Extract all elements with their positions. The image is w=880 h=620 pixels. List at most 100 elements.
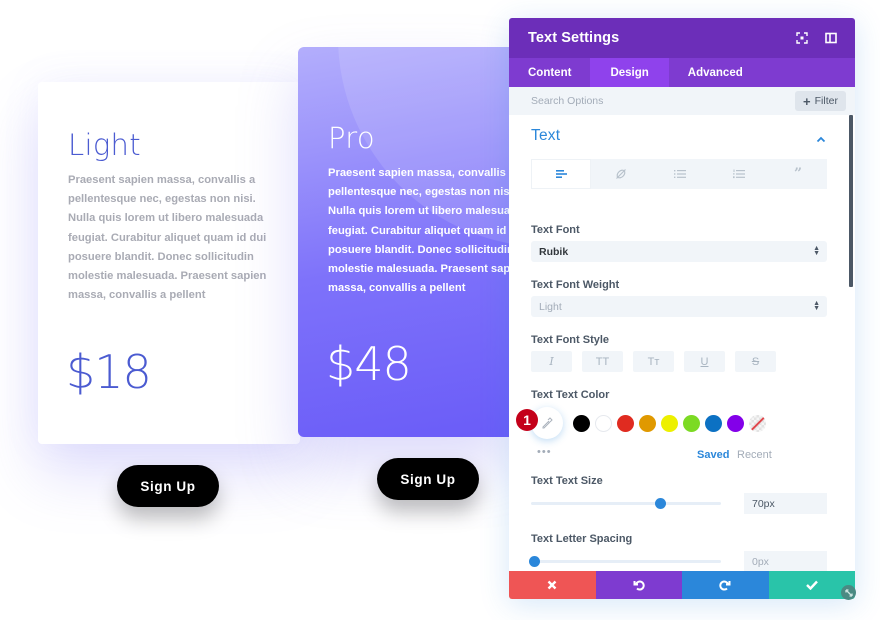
description-line: Praesent sapien massa, convallis a bbox=[68, 174, 256, 186]
uppercase-icon: TT bbox=[595, 355, 610, 368]
chevron-up-icon[interactable] bbox=[816, 132, 826, 143]
unordered-list-icon bbox=[674, 170, 686, 178]
card-description: Praesent sapien massa, convallis a pelle… bbox=[68, 171, 273, 305]
color-swatch-none[interactable] bbox=[749, 415, 766, 432]
step-badge: 1 bbox=[516, 409, 538, 431]
filter-label: Filter bbox=[814, 95, 838, 107]
filter-button[interactable]: + Filter bbox=[795, 91, 846, 111]
cancel-icon bbox=[547, 580, 557, 590]
description-line: molestie malesuada. Praesent sapien bbox=[68, 270, 267, 283]
italic-icon: I bbox=[549, 355, 554, 368]
expand-icon[interactable] bbox=[796, 31, 808, 44]
color-swatch-purple[interactable] bbox=[727, 415, 744, 432]
color-swatches: 1 bbox=[516, 407, 831, 441]
quote-icon: ” bbox=[793, 166, 803, 182]
strikethrough-icon: S bbox=[751, 355, 760, 368]
color-swatch-red[interactable] bbox=[617, 415, 634, 432]
underline-icon: U bbox=[700, 355, 709, 368]
color-swatch-black[interactable] bbox=[573, 415, 590, 432]
color-swatch-white[interactable] bbox=[595, 415, 612, 432]
text-color-label: Text Text Color bbox=[531, 389, 610, 401]
text-font-weight-value: Light bbox=[539, 300, 562, 313]
align-left-icon bbox=[555, 170, 567, 178]
text-mode-group: ” bbox=[531, 159, 827, 189]
letter-spacing-label: Text Letter Spacing bbox=[531, 533, 633, 545]
text-size-input[interactable] bbox=[744, 493, 827, 514]
text-font-value: Rubik bbox=[539, 245, 569, 258]
description-line: Praesent sapien massa, convallis a bbox=[328, 167, 513, 179]
italic-button[interactable]: I bbox=[531, 351, 572, 372]
page: Light Praesent sapien massa, convallis a… bbox=[0, 0, 880, 620]
align-left-button[interactable] bbox=[531, 159, 591, 189]
underline-button[interactable]: U bbox=[684, 351, 725, 372]
pricing-card-light: Light Praesent sapien massa, convallis a… bbox=[38, 82, 300, 444]
panel-tabs: Content Design Advanced bbox=[509, 58, 855, 87]
redo-icon bbox=[719, 580, 731, 591]
undo-button[interactable] bbox=[595, 571, 682, 599]
text-font-weight-label: Text Font Weight bbox=[531, 279, 620, 291]
checkmark-icon bbox=[805, 580, 818, 590]
slider-thumb[interactable] bbox=[654, 498, 666, 509]
scrollbar-thumb[interactable] bbox=[849, 115, 853, 287]
saved-colors-tab[interactable]: Saved bbox=[697, 449, 729, 461]
card-price: $18 bbox=[66, 345, 152, 399]
panel-title: Text Settings bbox=[528, 30, 620, 46]
search-options-input[interactable] bbox=[509, 95, 769, 107]
sign-up-button-light[interactable]: Sign Up bbox=[117, 465, 219, 507]
resize-icon bbox=[844, 588, 853, 597]
panel-scrollbar[interactable] bbox=[847, 115, 855, 574]
color-swatch-orange[interactable] bbox=[639, 415, 656, 432]
text-options-section: Text ” Text Font Rubik ▲ ▼ Text Font Wei… bbox=[509, 115, 847, 572]
description-line: massa, convallis a pellent bbox=[68, 289, 206, 302]
resize-handle[interactable] bbox=[841, 585, 856, 600]
small-caps-button[interactable]: Tт bbox=[633, 351, 674, 372]
link-button[interactable] bbox=[592, 159, 650, 189]
text-font-select[interactable]: Rubik ▲ ▼ bbox=[531, 241, 827, 262]
panel-header: Text Settings bbox=[509, 18, 855, 58]
card-price: $48 bbox=[326, 337, 412, 391]
text-settings-panel: Text Settings Content Design Advanced + … bbox=[509, 18, 855, 599]
card-title: Light bbox=[68, 128, 141, 162]
color-swatch-green[interactable] bbox=[683, 415, 700, 432]
section-title[interactable]: Text bbox=[531, 127, 560, 145]
split-view-icon[interactable] bbox=[825, 31, 837, 44]
description-line: feugiat. Curabitur aliquet quam id dui bbox=[328, 224, 513, 237]
plus-icon: + bbox=[803, 93, 811, 109]
text-font-weight-select[interactable]: Light ▲ ▼ bbox=[531, 296, 827, 317]
strikethrough-button[interactable]: S bbox=[735, 351, 776, 372]
uppercase-button[interactable]: TT bbox=[582, 351, 623, 372]
ordered-list-button[interactable] bbox=[710, 159, 768, 189]
color-swatch-yellow[interactable] bbox=[661, 415, 678, 432]
unordered-list-button[interactable] bbox=[651, 159, 709, 189]
tab-content[interactable]: Content bbox=[509, 58, 590, 87]
select-arrows-icon: ▲ ▼ bbox=[813, 245, 820, 257]
more-colors-icon[interactable]: ••• bbox=[537, 446, 552, 458]
redo-button[interactable] bbox=[682, 571, 769, 599]
small-caps-icon: Tт bbox=[647, 355, 660, 368]
text-size-label: Text Text Size bbox=[531, 475, 603, 487]
description-line: massa, convallis a pellent bbox=[328, 282, 466, 295]
font-style-group: I TT Tт U S bbox=[531, 351, 776, 372]
link-icon bbox=[616, 169, 626, 179]
select-arrows-icon: ▲ ▼ bbox=[813, 300, 820, 312]
description-line: pellentesque nec, egestas non nisi. bbox=[328, 186, 513, 199]
card-description: Praesent sapien massa, convallis a pelle… bbox=[328, 164, 513, 298]
sign-up-button-pro[interactable]: Sign Up bbox=[377, 458, 479, 500]
tab-design[interactable]: Design bbox=[590, 58, 669, 87]
tab-advanced[interactable]: Advanced bbox=[669, 58, 762, 87]
quote-button[interactable]: ” bbox=[769, 159, 827, 189]
text-size-slider[interactable] bbox=[531, 497, 721, 511]
ordered-list-icon bbox=[733, 169, 745, 179]
card-title: Pro bbox=[328, 121, 375, 155]
recent-colors-tab[interactable]: Recent bbox=[737, 449, 772, 461]
description-line: pellentesque nec, egestas non nisi. bbox=[68, 193, 256, 206]
letter-spacing-input[interactable] bbox=[744, 551, 827, 572]
letter-spacing-slider[interactable] bbox=[529, 555, 721, 569]
description-line: posuere blandit. Donec sollicitudin bbox=[68, 250, 254, 263]
description-line: Nulla quis lorem ut libero malesuada bbox=[328, 205, 513, 218]
color-swatch-blue[interactable] bbox=[705, 415, 722, 432]
cancel-button[interactable] bbox=[509, 571, 596, 599]
pricing-card-pro: Pro Praesent sapien massa, convallis a p… bbox=[298, 47, 513, 437]
panel-footer bbox=[509, 571, 855, 599]
slider-thumb[interactable] bbox=[529, 556, 541, 567]
